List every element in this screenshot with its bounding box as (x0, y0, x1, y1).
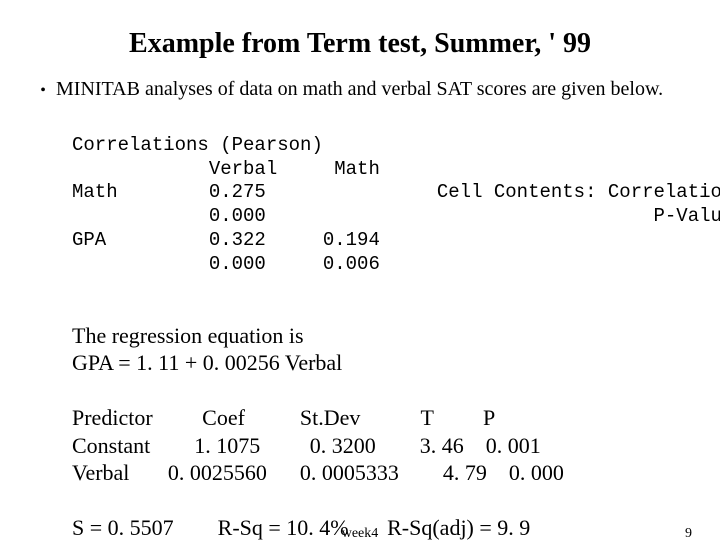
mono-line: Verbal Math (72, 158, 380, 180)
mono-line: 0.000 P-Value (72, 205, 720, 227)
reg-line: The regression equation is (72, 323, 304, 348)
mono-line: GPA 0.322 0.194 (72, 229, 380, 251)
reg-line: Constant 1. 1075 0. 3200 3. 46 0. 001 (72, 433, 541, 458)
reg-line: Predictor Coef St.Dev T P (72, 405, 495, 430)
reg-line: GPA = 1. 11 + 0. 00256 Verbal (72, 350, 342, 375)
regression-block: The regression equation is GPA = 1. 11 +… (72, 294, 690, 542)
mono-line: Math 0.275 Cell Contents: Correlation (72, 181, 720, 203)
slide: Example from Term test, Summer, ' 99 • M… (0, 0, 720, 540)
bullet-text: MINITAB analyses of data on math and ver… (56, 78, 690, 101)
correlations-block: Correlations (Pearson) Verbal Math Math … (72, 110, 690, 276)
bullet-row: • MINITAB analyses of data on math and v… (30, 78, 690, 104)
reg-line (72, 378, 78, 403)
slide-title: Example from Term test, Summer, ' 99 (30, 28, 690, 60)
mono-line: Correlations (Pearson) (72, 134, 323, 156)
mono-line: 0.000 0.006 (72, 253, 380, 275)
reg-line: Verbal 0. 0025560 0. 0005333 4. 79 0. 00… (72, 460, 564, 485)
reg-line (72, 488, 78, 513)
bullet-dot-icon: • (30, 78, 56, 104)
